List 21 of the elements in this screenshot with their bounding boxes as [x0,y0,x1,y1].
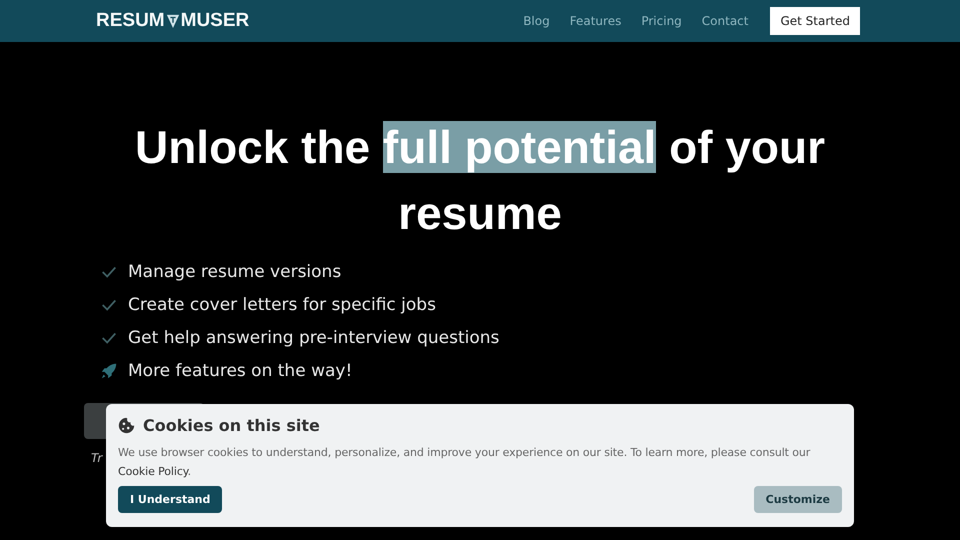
nav-link[interactable]: Pricing [641,14,682,28]
headline: Unlock the full potential of your resume [134,120,826,241]
nav-link[interactable]: Contact [702,14,748,28]
banner-title: Cookies on this site [143,416,320,435]
note-text: Tr [90,451,102,465]
cookie-policy-link[interactable]: Cookie Policy [118,465,188,478]
feature-text: Manage resume versions [128,262,342,282]
feature-text: More features on the way! [128,361,352,381]
cookie-icon [118,417,135,434]
rocket-icon [100,362,118,380]
logo-text[interactable]: MUSER [180,10,250,32]
nav-link[interactable]: Features [570,14,622,28]
banner-text: We use browser cookies to understand, personalize, and improve your experience on our site. To learn more, please consult our Cookie Policy. [118,445,812,480]
feature-text: Create cover letters for specific jobs [128,295,436,315]
logo-icon [166,13,180,29]
feature-text: Get help answering pre-interview questions [128,328,500,348]
nav-link[interactable]: Blog [523,14,550,28]
get-started-button[interactable]: Get Started [770,7,860,35]
customize-button[interactable]: Customize [754,486,842,513]
logo-text[interactable]: RESUM [96,10,165,32]
accept-button[interactable]: I Understand [118,486,222,513]
